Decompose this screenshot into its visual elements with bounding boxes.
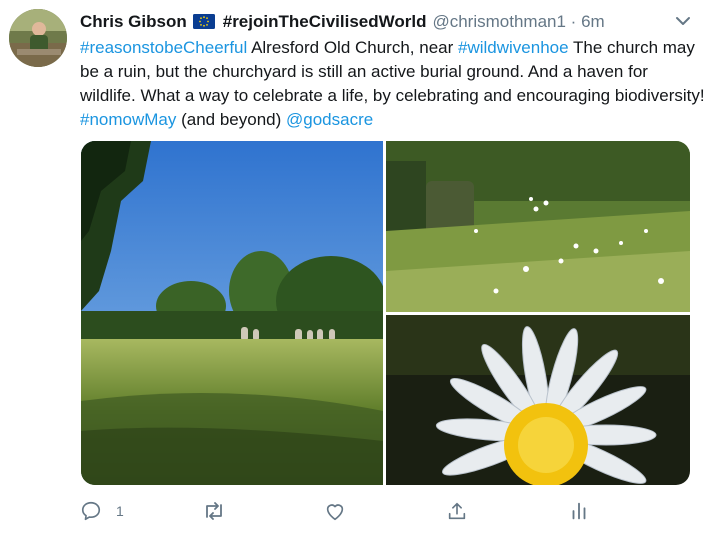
like-button[interactable] (324, 496, 346, 526)
share-icon (446, 500, 468, 522)
retweet-icon (202, 500, 226, 522)
photo-gravestones[interactable] (386, 141, 690, 312)
like-icon (324, 500, 346, 522)
author-handle[interactable]: @chrismothman1 (432, 12, 565, 31)
tweet-link[interactable]: #wildwivenhoe (458, 38, 569, 57)
separator-dot: · (570, 12, 577, 31)
display-name-hashtag: #rejoinTheCivilisedWorld (222, 12, 427, 31)
tweet-link[interactable]: #reasonstobeCheerful (80, 38, 247, 57)
tweet-text-segment: (and beyond) (176, 110, 287, 129)
tweet-text-segment: Alresford Old Church, near (247, 38, 458, 57)
reply-icon (80, 500, 102, 522)
author-name[interactable]: Chris Gibson (80, 12, 187, 31)
reply-count: 1 (116, 503, 124, 519)
tweet[interactable]: Chris Gibson #rejoinTheCivilisedWorld @chr… (0, 0, 716, 536)
tweet-link[interactable]: #nomowMay (80, 110, 176, 129)
chevron-down-icon[interactable] (672, 10, 694, 32)
retweet-button[interactable] (202, 496, 226, 526)
analytics-icon (568, 500, 590, 522)
avatar[interactable] (9, 9, 67, 67)
photo-daisy[interactable] (386, 315, 690, 485)
reply-button[interactable]: 1 (80, 496, 124, 526)
share-button[interactable] (446, 496, 468, 526)
analytics-button[interactable] (568, 496, 590, 526)
photo-churchyard[interactable] (81, 141, 383, 485)
tweet-actions: 1 (80, 496, 620, 526)
eu-flag-icon (192, 12, 215, 29)
tweet-header: Chris Gibson #rejoinTheCivilisedWorld @chr… (80, 10, 640, 34)
timestamp[interactable]: 6m (581, 12, 605, 31)
media-grid (81, 141, 690, 485)
tweet-text: #reasonstobeCheerful Alresford Old Churc… (80, 36, 705, 132)
tweet-link[interactable]: @godsacre (286, 110, 373, 129)
